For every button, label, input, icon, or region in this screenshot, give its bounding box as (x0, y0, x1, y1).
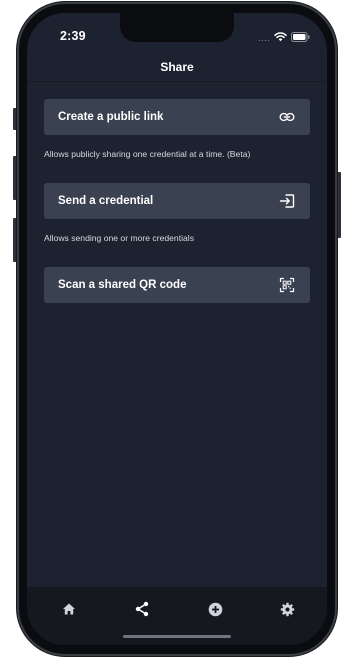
bottom-tab-bar (27, 587, 327, 645)
power-button (337, 172, 341, 238)
home-indicator (123, 635, 231, 638)
status-indicators: .... (258, 29, 310, 47)
home-icon (63, 603, 75, 615)
create-public-link-button[interactable]: Create a public link (44, 99, 310, 135)
create-public-link-description: Allows publicly sharing one credential a… (44, 149, 251, 159)
battery-icon (291, 29, 310, 47)
settings-icon (280, 602, 294, 616)
signal-icon: .... (257, 33, 270, 43)
send-credential-button[interactable]: Send a credential (44, 183, 310, 219)
share-content: Create a public link Allows publicly sha… (27, 82, 327, 587)
tab-share[interactable] (131, 599, 153, 619)
tab-settings[interactable] (276, 599, 298, 619)
status-time: 2:39 (60, 29, 86, 43)
page-title: Share (160, 60, 194, 74)
tab-add[interactable] (204, 599, 226, 619)
send-credential-label: Send a credential (58, 195, 154, 207)
notch (120, 13, 234, 42)
page: 2:39 .... Share Create a public link All… (0, 0, 343, 660)
send-credential-description: Allows sending one or more credentials (44, 233, 194, 243)
tab-home[interactable] (58, 599, 80, 619)
nav-header: Share (27, 53, 327, 81)
scan-qr-code-label: Scan a shared QR code (58, 279, 187, 291)
create-public-link-label: Create a public link (58, 111, 164, 123)
send-arrow-icon (278, 192, 296, 210)
add-circle-icon (208, 602, 222, 616)
link-icon (278, 108, 296, 126)
scan-qr-code-button[interactable]: Scan a shared QR code (44, 267, 310, 303)
share-icon (135, 601, 149, 617)
qr-scan-icon (278, 276, 296, 294)
app-screen: 2:39 .... Share Create a public link All… (27, 13, 327, 645)
wifi-icon (274, 29, 287, 47)
